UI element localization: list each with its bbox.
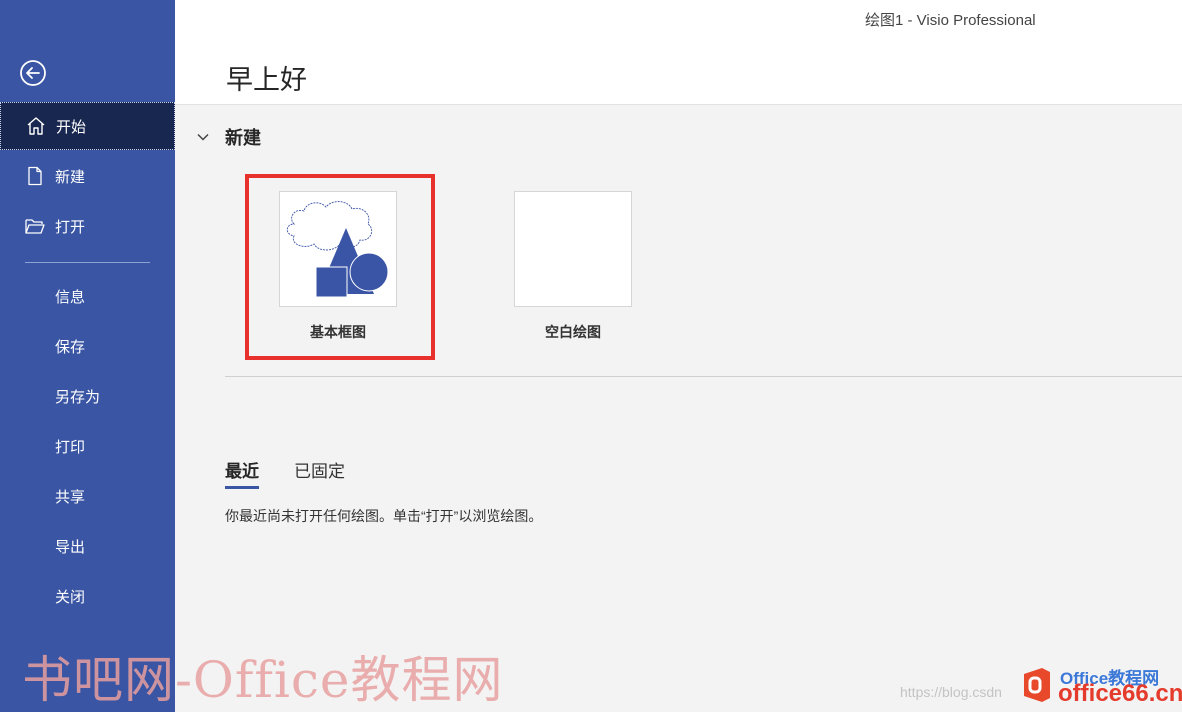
watermark-text: 书吧网-Office教程网 bbox=[22, 651, 504, 709]
nav-print-label: 打印 bbox=[55, 438, 86, 456]
recent-empty-message: 你最近尚未打开任何绘图。单击“打开”以浏览绘图。 bbox=[225, 508, 543, 524]
back-arrow-icon bbox=[20, 60, 46, 86]
tab-recent[interactable]: 最近 bbox=[225, 457, 259, 489]
chevron-down-icon bbox=[197, 133, 209, 141]
nav-open[interactable]: 打开 bbox=[0, 202, 175, 250]
basic-diagram-label: 基本框图 bbox=[310, 324, 366, 340]
blank-drawing-label: 空白绘图 bbox=[545, 324, 601, 340]
nav-home[interactable]: 开始 bbox=[0, 102, 175, 150]
template-basic-diagram[interactable]: 基本框图 bbox=[279, 191, 397, 342]
backstage-header: 绘图1 - Visio Professional 早上好 bbox=[175, 0, 1182, 105]
nav-info[interactable]: 信息 bbox=[0, 272, 175, 320]
home-icon bbox=[25, 115, 47, 137]
new-section-title: 新建 bbox=[225, 128, 261, 148]
watermark-brand-bottom: office66.cn bbox=[1058, 680, 1182, 707]
nav-export[interactable]: 导出 bbox=[0, 522, 175, 570]
tab-pinned[interactable]: 已固定 bbox=[294, 457, 345, 489]
watermark-brand: Office教程网 office66.cn bbox=[1018, 664, 1182, 710]
nav-new-label: 新建 bbox=[55, 168, 86, 186]
backstage-sidebar: 开始 新建 打开 信息 保存 另存为 打印 共享 导出 关闭 bbox=[0, 0, 175, 712]
new-document-icon bbox=[24, 165, 46, 187]
greeting-heading: 早上好 bbox=[226, 65, 307, 95]
section-divider bbox=[225, 376, 1182, 377]
nav-export-label: 导出 bbox=[55, 538, 86, 556]
nav-save-label: 保存 bbox=[55, 338, 86, 356]
open-folder-icon bbox=[24, 215, 46, 237]
nav-close[interactable]: 关闭 bbox=[0, 572, 175, 620]
window-title: 绘图1 - Visio Professional bbox=[865, 12, 1036, 29]
nav-info-label: 信息 bbox=[55, 288, 86, 306]
nav-open-label: 打开 bbox=[55, 218, 86, 236]
back-button[interactable] bbox=[19, 59, 47, 87]
new-section-toggle[interactable]: 新建 bbox=[195, 124, 261, 150]
basic-diagram-thumbnail bbox=[279, 191, 397, 307]
basic-shapes-icon bbox=[286, 201, 389, 298]
nav-new[interactable]: 新建 bbox=[0, 152, 175, 200]
nav-close-label: 关闭 bbox=[55, 588, 86, 606]
nav-save-as-label: 另存为 bbox=[55, 388, 101, 406]
blank-drawing-thumbnail bbox=[514, 191, 632, 307]
nav-share[interactable]: 共享 bbox=[0, 472, 175, 520]
watermark-url: https://blog.csdn bbox=[900, 684, 1002, 700]
template-blank-drawing[interactable]: 空白绘图 bbox=[514, 191, 632, 342]
nav-print[interactable]: 打印 bbox=[0, 422, 175, 470]
nav-save-as[interactable]: 另存为 bbox=[0, 372, 175, 420]
nav-save[interactable]: 保存 bbox=[0, 322, 175, 370]
nav-home-label: 开始 bbox=[56, 118, 87, 136]
sidebar-divider bbox=[25, 262, 150, 263]
office-logo-icon bbox=[1024, 668, 1050, 702]
nav-share-label: 共享 bbox=[55, 488, 86, 506]
